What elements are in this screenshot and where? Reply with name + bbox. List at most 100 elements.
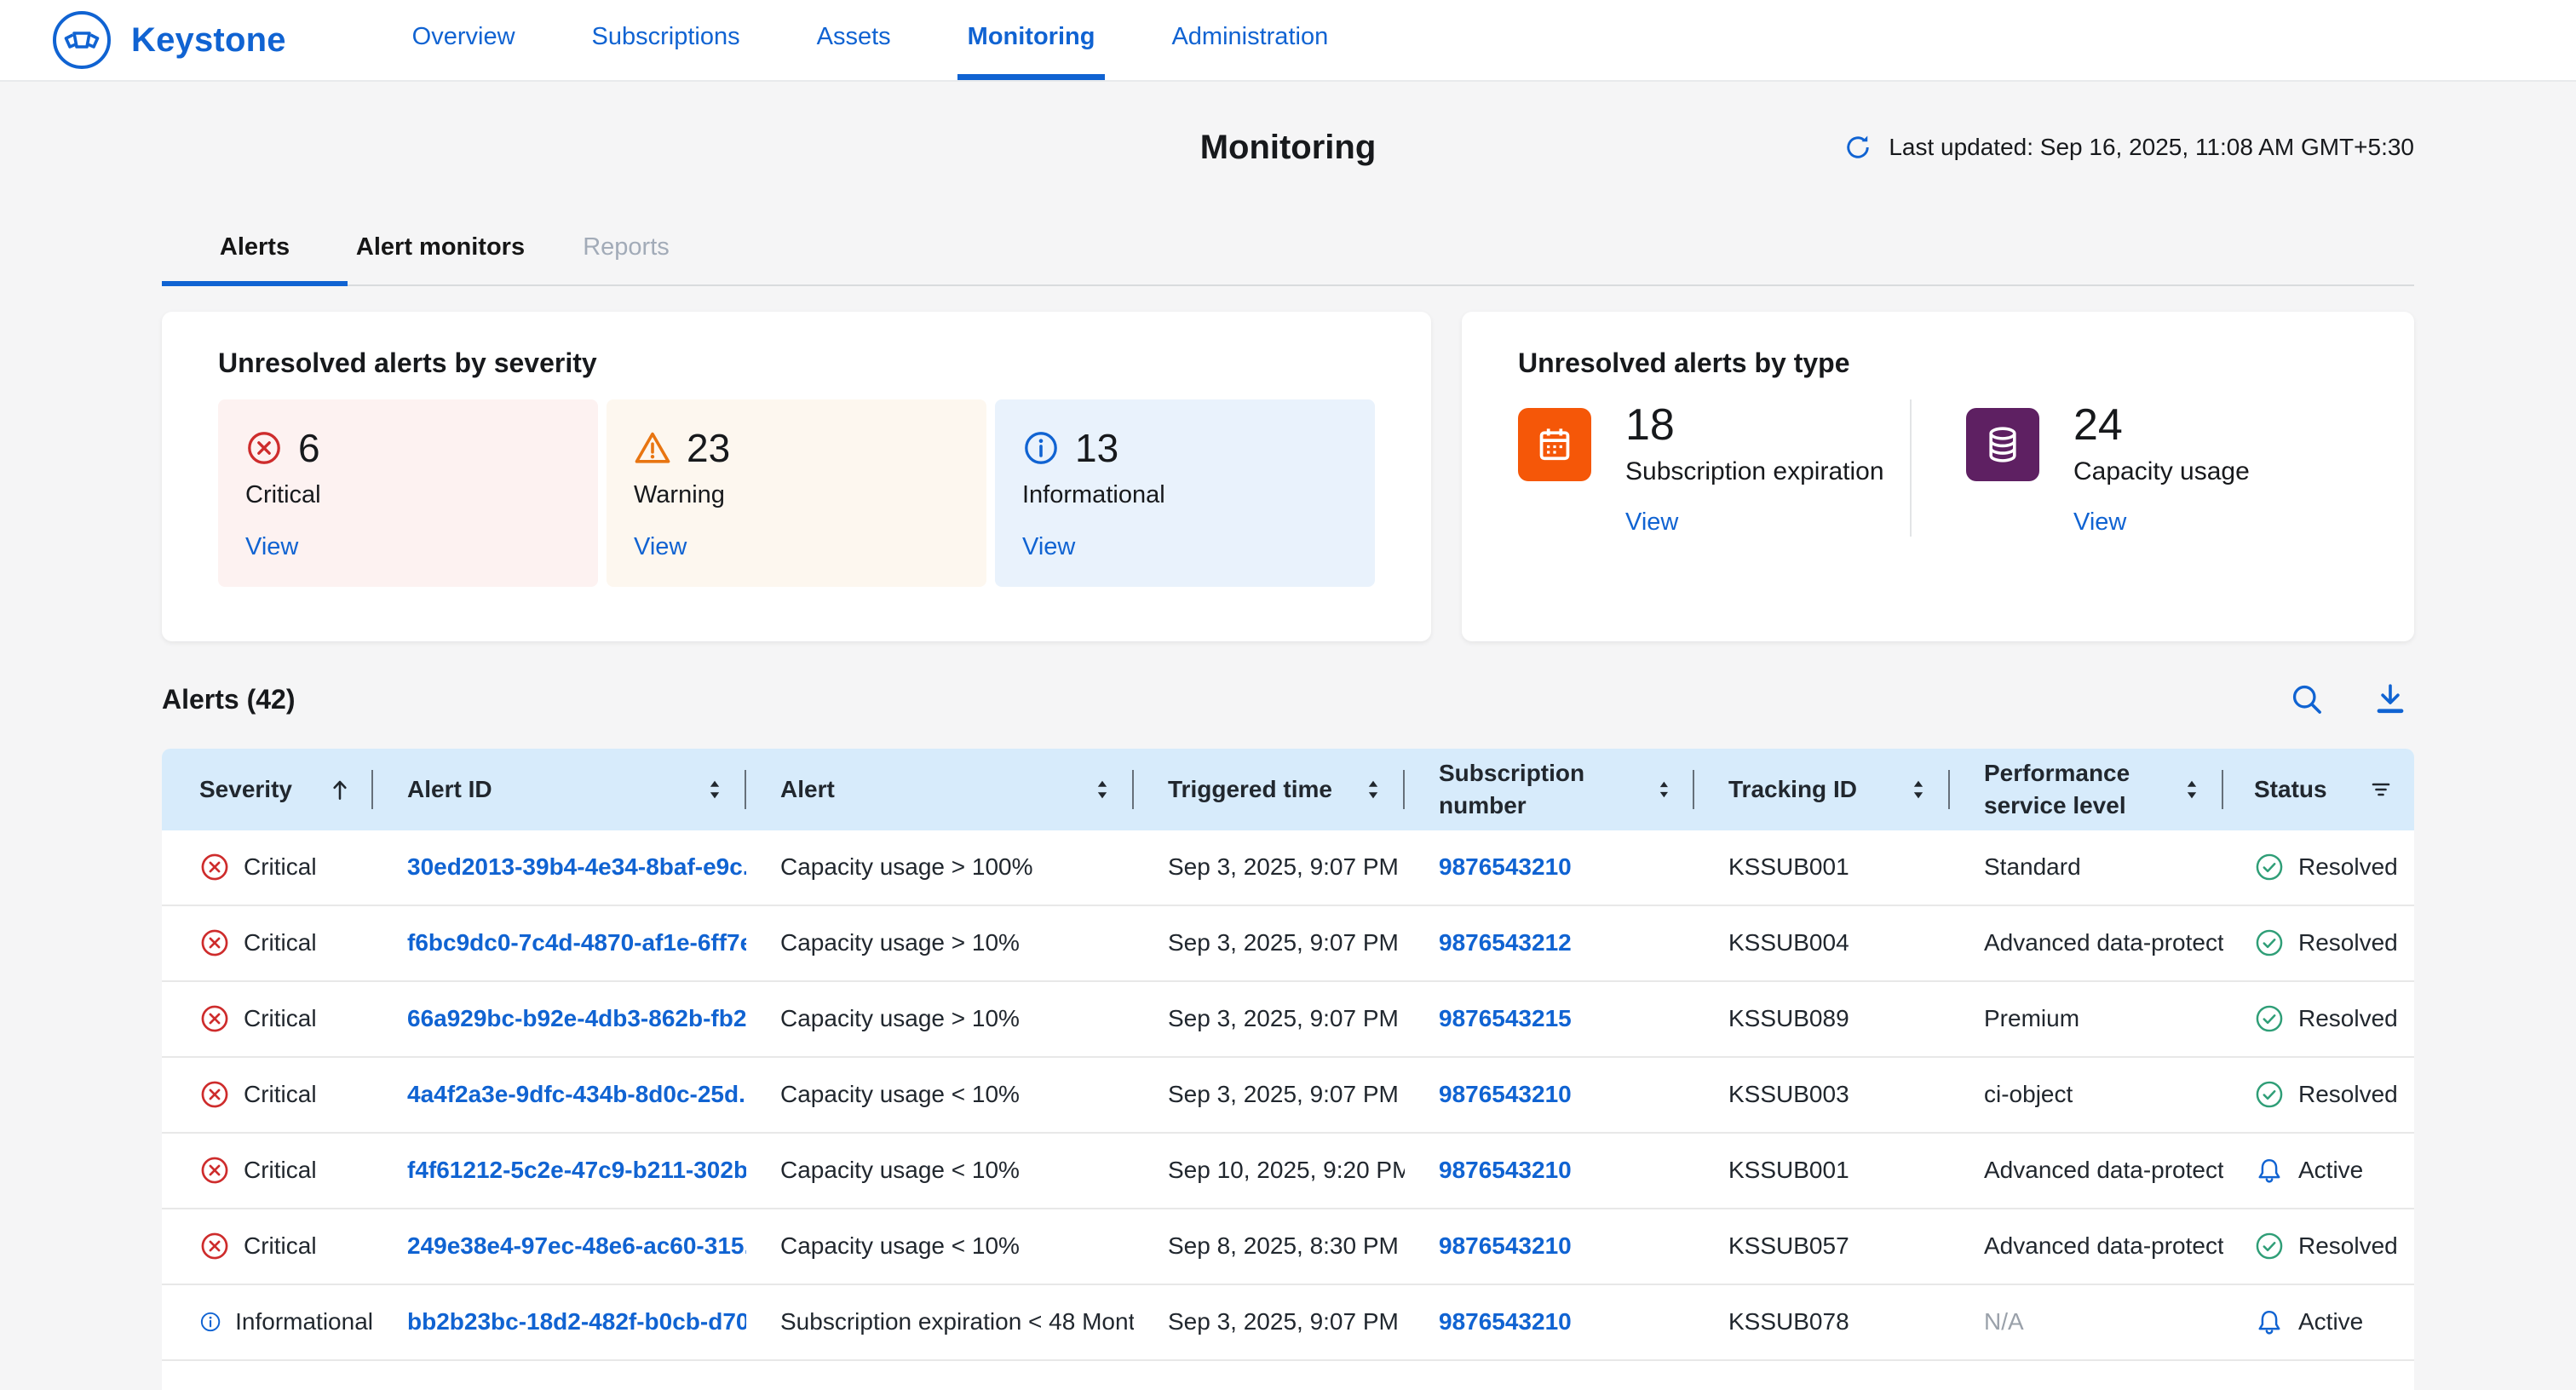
tracking-id-text: KSSUB003 [1728,1081,1849,1108]
sort-icon[interactable] [702,777,727,802]
tracking-id-text: KSSUB089 [1728,1005,1849,1032]
sort-ascending-icon[interactable] [325,775,354,804]
alert-text: Subscription expiration < 48 Months [780,1308,1134,1335]
capacity-usage-count: 24 [2073,399,2250,451]
critical-icon [245,429,283,467]
psl-text: Advanced data-protect pr... [1984,1157,2223,1184]
informational-tile: 13 Informational View [995,399,1375,587]
alert-id-link[interactable]: f6bc9dc0-7c4d-4870-af1e-6ff7e... [407,929,746,956]
resolved-check-icon [2254,1079,2285,1110]
column-header-alert[interactable]: Alert [746,765,1134,814]
nav-item-overview[interactable]: Overview [402,0,526,80]
alert-id-link[interactable]: 30ed2013-39b4-4e34-8baf-e9c... [407,853,746,881]
tracking-id-text: KSSUB001 [1728,853,1849,881]
severity-text: Informational [235,1308,373,1335]
status-text: Resolved [2298,1005,2398,1032]
subscription-number-link[interactable]: 9876543210 [1439,1081,1572,1108]
column-header-triggered-time[interactable]: Triggered time [1134,765,1405,814]
table-row: Critical f6bc9dc0-7c4d-4870-af1e-6ff7e..… [162,906,2414,982]
sort-icon[interactable] [1653,777,1676,802]
triggered-time-text: Sep 8, 2025, 8:30 PM [1168,1232,1399,1260]
subscription-number-link[interactable]: 9876543210 [1439,1157,1572,1184]
critical-count: 6 [298,425,320,471]
tracking-id-text: KSSUB057 [1728,1232,1849,1260]
brand-name: Keystone [131,21,286,60]
informational-view-link[interactable]: View [1022,533,1075,561]
nav-item-assets[interactable]: Assets [807,0,901,80]
sort-icon[interactable] [1906,777,1931,802]
column-header-alert-id[interactable]: Alert ID [373,765,746,814]
subscription-number-link[interactable]: 9876543212 [1439,929,1572,956]
tracking-id-text: KSSUB004 [1728,929,1849,956]
column-header-status[interactable]: Status [2223,765,2413,814]
keystone-logo-icon [51,9,112,71]
critical-label: Critical [245,481,571,509]
alert-text: Capacity usage < 10% [780,1232,1020,1260]
download-icon[interactable] [2372,681,2409,718]
resolved-check-icon [2254,928,2285,958]
alert-id-link[interactable]: 4a4f2a3e-9dfc-434b-8d0c-25d... [407,1081,746,1108]
sort-icon[interactable] [1090,777,1115,802]
alert-id-link[interactable]: 66a929bc-b92e-4db3-862b-fb2... [407,1005,746,1032]
triggered-time-text: Sep 3, 2025, 9:07 PM [1168,853,1399,881]
triggered-time-text: Sep 3, 2025, 9:07 PM [1168,1308,1399,1335]
triggered-time-text: Sep 3, 2025, 9:07 PM [1168,929,1399,956]
table-row: Critical f4f61212-5c2e-47c9-b211-302b...… [162,1134,2414,1209]
unresolved-by-type-card: Unresolved alerts by type 18 Subscriptio… [1462,312,2414,641]
subscription-expiration-count: 18 [1625,399,1884,451]
alert-id-link[interactable]: bb2b23bc-18d2-482f-b0cb-d70... [407,1308,746,1335]
sort-icon[interactable] [2179,777,2205,802]
resolved-check-icon [2254,852,2285,882]
status-text: Resolved [2298,1232,2398,1260]
warning-label: Warning [634,481,959,509]
status-text: Resolved [2298,1081,2398,1108]
capacity-usage-view-link[interactable]: View [2073,508,2126,537]
nav-item-subscriptions[interactable]: Subscriptions [582,0,750,80]
subscription-number-link[interactable]: 9876543210 [1439,1232,1572,1260]
alerts-table-title: Alerts (42) [162,684,296,715]
nav-item-administration[interactable]: Administration [1161,0,1338,80]
column-header-severity[interactable]: Severity [162,765,373,814]
tracking-id-text: KSSUB078 [1728,1308,1849,1335]
refresh-icon[interactable] [1843,132,1873,163]
subscription-number-link[interactable]: 9876543215 [1439,1005,1572,1032]
subscription-number-link[interactable]: 9876543210 [1439,1308,1572,1335]
alert-id-link[interactable]: 249e38e4-97ec-48e6-ac60-315... [407,1232,746,1260]
critical-icon [199,1079,230,1110]
column-header-subscription-number[interactable]: Subscription number [1405,749,1694,830]
subscription-expiration-view-link[interactable]: View [1625,508,1678,537]
column-header-tracking-id[interactable]: Tracking ID [1694,765,1950,814]
brand-logo[interactable]: Keystone [51,0,286,80]
tab-alerts[interactable]: Alerts [162,213,348,286]
alert-id-link[interactable]: f4f61212-5c2e-47c9-b211-302b... [407,1157,746,1184]
severity-text: Critical [244,1232,317,1260]
triggered-time-text: Sep 3, 2025, 9:07 PM [1168,1081,1399,1108]
critical-icon [199,1231,230,1261]
column-header-performance-service-level[interactable]: Performance service level [1950,749,2223,830]
resolved-check-icon [2254,1231,2285,1261]
status-text: Resolved [2298,929,2398,956]
severity-text: Critical [244,853,317,881]
search-icon[interactable] [2288,681,2326,718]
subscription-expiration-item: 18 Subscription expiration View [1518,399,1910,537]
table-row: Critical 249e38e4-97ec-48e6-ac60-315... … [162,1209,2414,1285]
subscription-number-link[interactable]: 9876543210 [1439,853,1572,881]
nav-item-monitoring[interactable]: Monitoring [957,0,1106,80]
sort-icon[interactable] [1360,777,1386,802]
status-text: Resolved [2298,853,2398,881]
alert-text: Capacity usage > 10% [780,929,1020,956]
page-header: Monitoring Last updated: Sep 16, 2025, 1… [162,82,2414,213]
tab-alert-monitors[interactable]: Alert monitors [348,213,533,286]
subscription-expiration-label: Subscription expiration [1625,457,1884,486]
critical-view-link[interactable]: View [245,533,298,561]
informational-label: Informational [1022,481,1348,509]
warning-view-link[interactable]: View [634,533,687,561]
tab-reports[interactable]: Reports [533,213,719,286]
severity-text: Critical [244,929,317,956]
alert-text: Capacity usage > 10% [780,1005,1020,1032]
filter-icon[interactable] [2367,776,2395,803]
type-card-title: Unresolved alerts by type [1518,348,2358,379]
severity-text: Critical [244,1005,317,1032]
last-updated: Last updated: Sep 16, 2025, 11:08 AM GMT… [1843,132,2414,163]
capacity-usage-item: 24 Capacity usage View [1910,399,2358,537]
